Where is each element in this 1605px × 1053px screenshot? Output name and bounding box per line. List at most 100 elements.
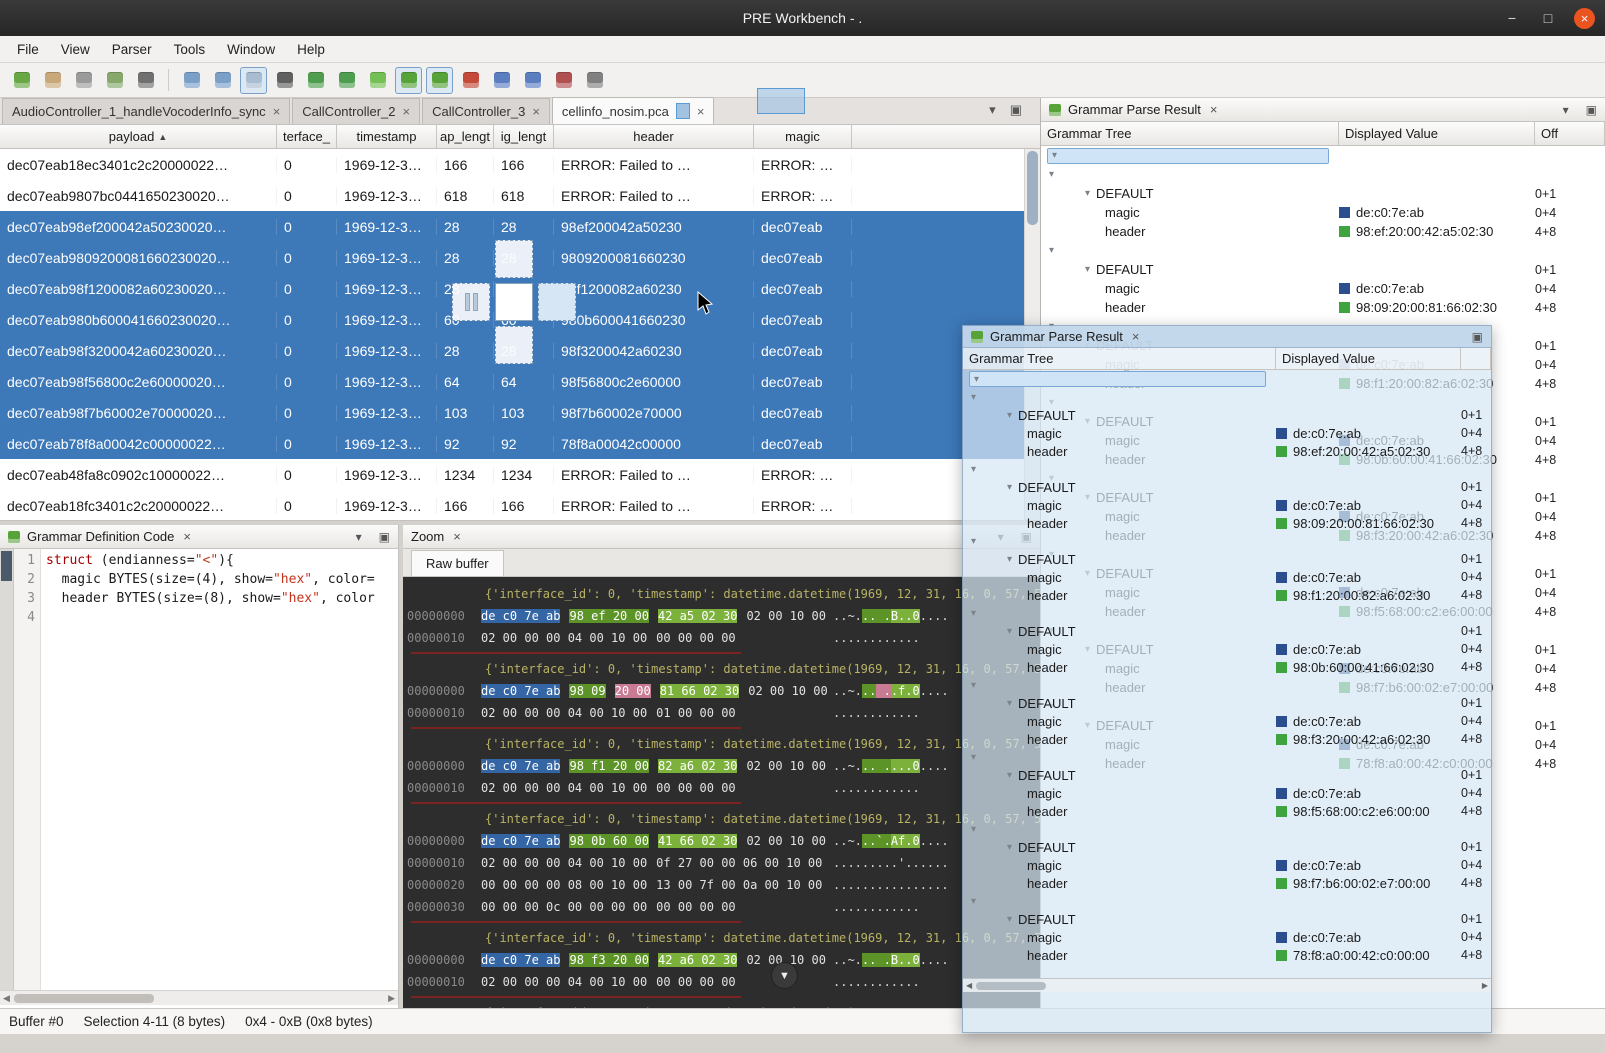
tree-row-default[interactable]: ▾DEFAULT0+1	[1041, 184, 1605, 203]
table-row[interactable]: dec07eab18ec3401c2c20000022…01969-12-3…1…	[0, 149, 1040, 180]
tree-row-header[interactable]: header98:f3:20:00:42:a6:02:304+8	[963, 730, 1491, 748]
chevron-down-icon[interactable]: ▾	[1052, 150, 1057, 161]
tree-row-item[interactable]: ▾	[1041, 165, 1605, 184]
tree-row-default[interactable]: ▾DEFAULT0+1	[963, 694, 1491, 712]
tree-row-magic[interactable]: magicde:c0:7e:ab0+4	[963, 640, 1491, 658]
chevron-down-icon[interactable]: ▾	[1085, 188, 1090, 199]
zoom-panel-header[interactable]: Zoom × ▾ ▣	[403, 525, 1040, 549]
ghost-column-offset[interactable]	[1461, 348, 1491, 369]
tree-row-magic[interactable]: magicde:c0:7e:ab0+4	[963, 784, 1491, 802]
tree-row-header[interactable]: header98:09:20:00:81:66:02:304+8	[963, 514, 1491, 532]
chevron-down-icon[interactable]: ▾	[971, 896, 976, 907]
ghost-panel-header[interactable]: Grammar Parse Result × ▣	[963, 326, 1491, 348]
page-copy-button[interactable]	[178, 67, 205, 94]
menu-parser[interactable]: Parser	[101, 38, 163, 61]
parse-panel-chevron-icon[interactable]: ▾	[1563, 103, 1569, 117]
ghost-scroll-left-icon[interactable]: ◀	[966, 981, 972, 990]
print-button[interactable]	[209, 67, 236, 94]
wand-button[interactable]	[8, 67, 35, 94]
tree-row-item[interactable]: ▾	[963, 676, 1491, 694]
chevron-down-icon[interactable]: ▾	[1007, 698, 1012, 709]
tree-row-item[interactable]: ▾	[1041, 241, 1605, 260]
ghost-hscrollbar-thumb[interactable]	[976, 982, 1046, 990]
tree-row-default[interactable]: ▾DEFAULT0+1	[963, 622, 1491, 640]
paste-button[interactable]	[39, 67, 66, 94]
tree-row-default[interactable]: ▾DEFAULT0+1	[1041, 260, 1605, 279]
tree-row-root-selected[interactable]: ▾	[963, 370, 1491, 388]
table-row[interactable]: dec07eab48fa8c0902c10000022…01969-12-3…1…	[0, 459, 1040, 490]
tree-row-magic[interactable]: magicde:c0:7e:ab0+4	[963, 568, 1491, 586]
column-grammar-tree[interactable]: Grammar Tree	[1041, 122, 1339, 145]
dock-guide-top[interactable]	[495, 240, 533, 278]
tab-float-icon[interactable]: ▣	[1010, 102, 1022, 118]
grammar-definition-close-icon[interactable]: ×	[183, 529, 191, 544]
grammar-parse-result-drag-ghost[interactable]: Grammar Parse Result × ▣ Grammar Tree Di…	[962, 325, 1492, 1033]
tree-row-magic[interactable]: magicde:c0:7e:ab0+4	[963, 424, 1491, 442]
tab-close-icon[interactable]: ×	[697, 104, 705, 119]
table-row[interactable]: dec07eab9807bc0441650230020…01969-12-3…6…	[0, 180, 1040, 211]
leaf-button[interactable]	[364, 67, 391, 94]
column-header-payload[interactable]: payload▲	[0, 125, 277, 148]
column-header-header[interactable]: header	[554, 125, 754, 148]
tree-row-default[interactable]: ▾DEFAULT0+1	[963, 766, 1491, 784]
packet-table-header[interactable]: payload▲terface_timestampap_lengtig_leng…	[0, 125, 1040, 149]
chevron-down-icon[interactable]: ▾	[1049, 245, 1054, 256]
tree-row-magic[interactable]: magicde:c0:7e:ab0+4	[1041, 203, 1605, 222]
minimize-icon[interactable]: −	[1502, 10, 1522, 26]
tree-row-item[interactable]: ▾	[963, 460, 1491, 478]
hex-line[interactable]: 0000003000 00 00 0c 00 00 00 0000 00 00 …	[407, 896, 1040, 918]
tree-row-item[interactable]: ▾	[963, 604, 1491, 622]
chevron-down-icon[interactable]: ▾	[971, 536, 976, 547]
frame-button[interactable]	[488, 67, 515, 94]
tree-row-header[interactable]: header98:ef:20:00:42:a5:02:304+8	[1041, 222, 1605, 241]
dock-guide-left[interactable]	[452, 283, 490, 321]
search-button[interactable]	[581, 67, 608, 94]
hex-line[interactable]: 00000000de c0 7e ab98 f3 20 0042 a6 02 3…	[407, 949, 1040, 971]
hex-line[interactable]: 00000000de c0 7e ab98 f1 20 0082 a6 02 3…	[407, 755, 1040, 777]
tree-row-magic[interactable]: magicde:c0:7e:ab0+4	[963, 496, 1491, 514]
chevron-down-icon[interactable]: ▾	[971, 680, 976, 691]
tree-row-item[interactable]: ▾	[963, 892, 1491, 910]
column-displayed-value[interactable]: Displayed Value	[1339, 122, 1535, 145]
tree-row-item[interactable]: ▾	[963, 388, 1491, 406]
camera-button[interactable]	[550, 67, 577, 94]
tree-row-default[interactable]: ▾DEFAULT0+1	[963, 406, 1491, 424]
chevron-down-icon[interactable]: ▾	[971, 608, 976, 619]
tree-row-header[interactable]: header98:f7:b6:00:02:e7:00:004+8	[963, 874, 1491, 892]
ghost-column-grammar-tree[interactable]: Grammar Tree	[963, 348, 1276, 369]
close-icon[interactable]: ×	[1574, 8, 1595, 29]
screenshot-button[interactable]	[302, 67, 329, 94]
code-overview-strip[interactable]	[0, 549, 14, 990]
preview-button[interactable]	[240, 67, 267, 94]
hex-line[interactable]: 0000001002 00 00 00 04 00 10 0001 00 00 …	[407, 702, 1040, 724]
hex-line[interactable]: 0000002000 00 00 00 08 00 10 0013 00 7f …	[407, 874, 1040, 896]
ghost-column-header[interactable]: Grammar Tree Displayed Value	[963, 348, 1491, 370]
table-row[interactable]: dec07eab98f56800c2e60000020…01969-12-3…6…	[0, 366, 1040, 397]
scroll-down-button[interactable]: ▼	[771, 962, 798, 989]
title-bar[interactable]: PRE Workbench - . − □ ×	[0, 0, 1605, 36]
table-row[interactable]: dec07eab98f7b60002e70000020…01969-12-3…1…	[0, 397, 1040, 428]
pen-button[interactable]	[457, 67, 484, 94]
menu-tools[interactable]: Tools	[163, 38, 217, 61]
parse-tree-button[interactable]	[426, 67, 453, 94]
tab-cellinfo-nosim-pca[interactable]: cellinfo_nosim.pca×	[552, 97, 715, 124]
tree-row-item[interactable]: ▾	[963, 748, 1491, 766]
tree-row-default[interactable]: ▾DEFAULT0+1	[963, 838, 1491, 856]
hex-line[interactable]: 00000000de c0 7e ab98 0920 0081 66 02 30…	[407, 680, 1040, 702]
chevron-down-icon[interactable]: ▾	[974, 374, 979, 385]
user-run-button[interactable]	[271, 67, 298, 94]
menu-window[interactable]: Window	[216, 38, 286, 61]
ghost-panel-close-icon[interactable]: ×	[1132, 329, 1140, 344]
maximize-icon[interactable]: □	[1538, 10, 1558, 26]
tree-row-header[interactable]: header98:f1:20:00:82:a6:02:304+8	[963, 586, 1491, 604]
parse-panel-header[interactable]: Grammar Parse Result × ▾ ▣	[1041, 98, 1605, 122]
hex-line[interactable]: 0000001002 00 00 00 04 00 10 0000 00 00 …	[407, 627, 1040, 649]
chevron-down-icon[interactable]: ▾	[1049, 169, 1054, 180]
raw-buffer-content[interactable]: {'interface_id': 0, 'timestamp': datetim…	[403, 577, 1040, 1008]
tree-row-magic[interactable]: magicde:c0:7e:ab0+4	[1041, 279, 1605, 298]
scroll-right-icon[interactable]: ▶	[388, 993, 395, 1004]
hex-line[interactable]: 0000001002 00 00 00 04 00 10 000f 27 00 …	[407, 852, 1040, 874]
chevron-down-icon[interactable]: ▾	[971, 752, 976, 763]
hex-line[interactable]: 0000001002 00 00 00 04 00 10 0000 00 00 …	[407, 971, 1040, 993]
tree-row-magic[interactable]: magicde:c0:7e:ab0+4	[963, 712, 1491, 730]
